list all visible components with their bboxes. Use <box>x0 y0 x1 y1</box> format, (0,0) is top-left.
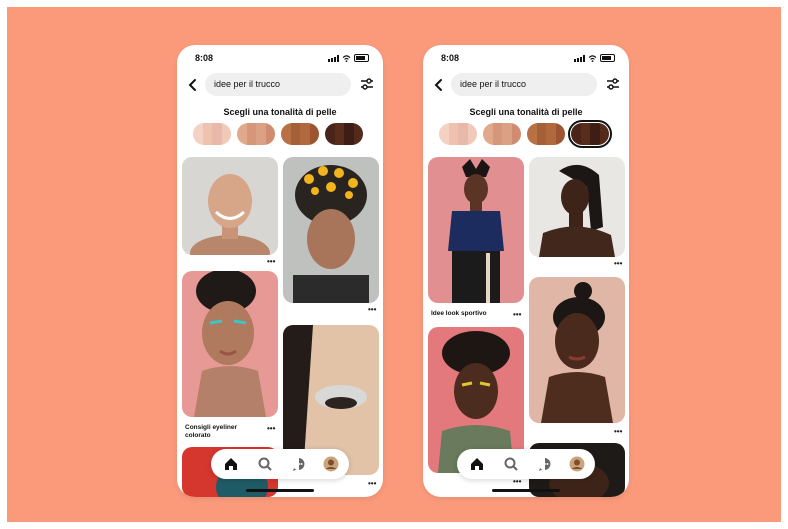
profile-avatar[interactable] <box>323 456 339 472</box>
pin-caption: Consigli eyeliner colorato <box>185 424 238 439</box>
skin-tone-swatch-4[interactable] <box>568 120 612 148</box>
pin-image-bun-portrait[interactable] <box>529 277 625 423</box>
back-chevron-icon[interactable] <box>433 78 445 92</box>
battery-icon <box>600 54 615 62</box>
search-icon[interactable] <box>503 456 519 472</box>
home-icon[interactable] <box>469 456 485 472</box>
more-options-icon[interactable]: ••• <box>267 424 275 433</box>
search-icon[interactable] <box>257 456 273 472</box>
pin-image-sporty-look[interactable] <box>428 157 524 303</box>
bottom-nav-bar <box>211 449 349 479</box>
skin-tone-swatch-2[interactable] <box>237 123 275 145</box>
status-icons <box>574 54 615 62</box>
pin-caption: Idee look sportivo <box>431 310 487 317</box>
skin-tone-swatch-1[interactable] <box>439 123 477 145</box>
skin-tone-heading: Scegli una tonalità di pelle <box>223 107 337 117</box>
chat-icon[interactable] <box>291 456 307 472</box>
phone-right: 8:08 idee per il trucco Scegli una tonal… <box>423 45 629 497</box>
more-options-icon[interactable]: ••• <box>368 305 376 314</box>
wifi-icon <box>342 54 351 62</box>
signal-icon <box>328 54 339 62</box>
status-bar: 8:08 <box>195 53 369 65</box>
filter-icon[interactable] <box>360 77 374 91</box>
skin-tone-swatch-3[interactable] <box>281 123 319 145</box>
wifi-icon <box>588 54 597 62</box>
more-options-icon[interactable]: ••• <box>614 259 622 268</box>
home-indicator <box>246 489 314 492</box>
skin-tone-heading: Scegli una tonalità di pelle <box>469 107 583 117</box>
more-options-icon[interactable]: ••• <box>614 427 622 436</box>
phone-left: 8:08 idee per il trucco Scegli una tonal… <box>177 45 383 497</box>
home-icon[interactable] <box>223 456 239 472</box>
battery-icon <box>354 54 369 62</box>
bottom-nav-bar <box>457 449 595 479</box>
skin-tone-swatch-4[interactable] <box>325 123 363 145</box>
home-indicator <box>492 489 560 492</box>
background-canvas: 8:08 idee per il trucco Scegli una tonal… <box>7 7 781 522</box>
profile-avatar[interactable] <box>569 456 585 472</box>
filter-icon[interactable] <box>606 77 620 91</box>
search-input[interactable]: idee per il trucco <box>205 73 351 96</box>
search-input[interactable]: idee per il trucco <box>451 73 597 96</box>
pin-image-flower-hair[interactable] <box>283 157 379 303</box>
more-options-icon[interactable]: ••• <box>368 479 376 488</box>
skin-tone-swatch-3[interactable] <box>527 123 565 145</box>
status-bar: 8:08 <box>441 53 615 65</box>
chat-icon[interactable] <box>537 456 553 472</box>
status-time: 8:08 <box>441 53 460 63</box>
status-icons <box>328 54 369 62</box>
pin-image-profile-dreads[interactable] <box>529 157 625 257</box>
skin-tone-swatch-2[interactable] <box>483 123 521 145</box>
pin-image-bald-smile[interactable] <box>182 157 278 255</box>
more-options-icon[interactable]: ••• <box>267 257 275 266</box>
pin-image-eyeliner[interactable] <box>182 271 278 417</box>
back-chevron-icon[interactable] <box>187 78 199 92</box>
status-time: 8:08 <box>195 53 214 63</box>
skin-tone-swatch-1[interactable] <box>193 123 231 145</box>
more-options-icon[interactable]: ••• <box>513 310 521 319</box>
signal-icon <box>574 54 585 62</box>
